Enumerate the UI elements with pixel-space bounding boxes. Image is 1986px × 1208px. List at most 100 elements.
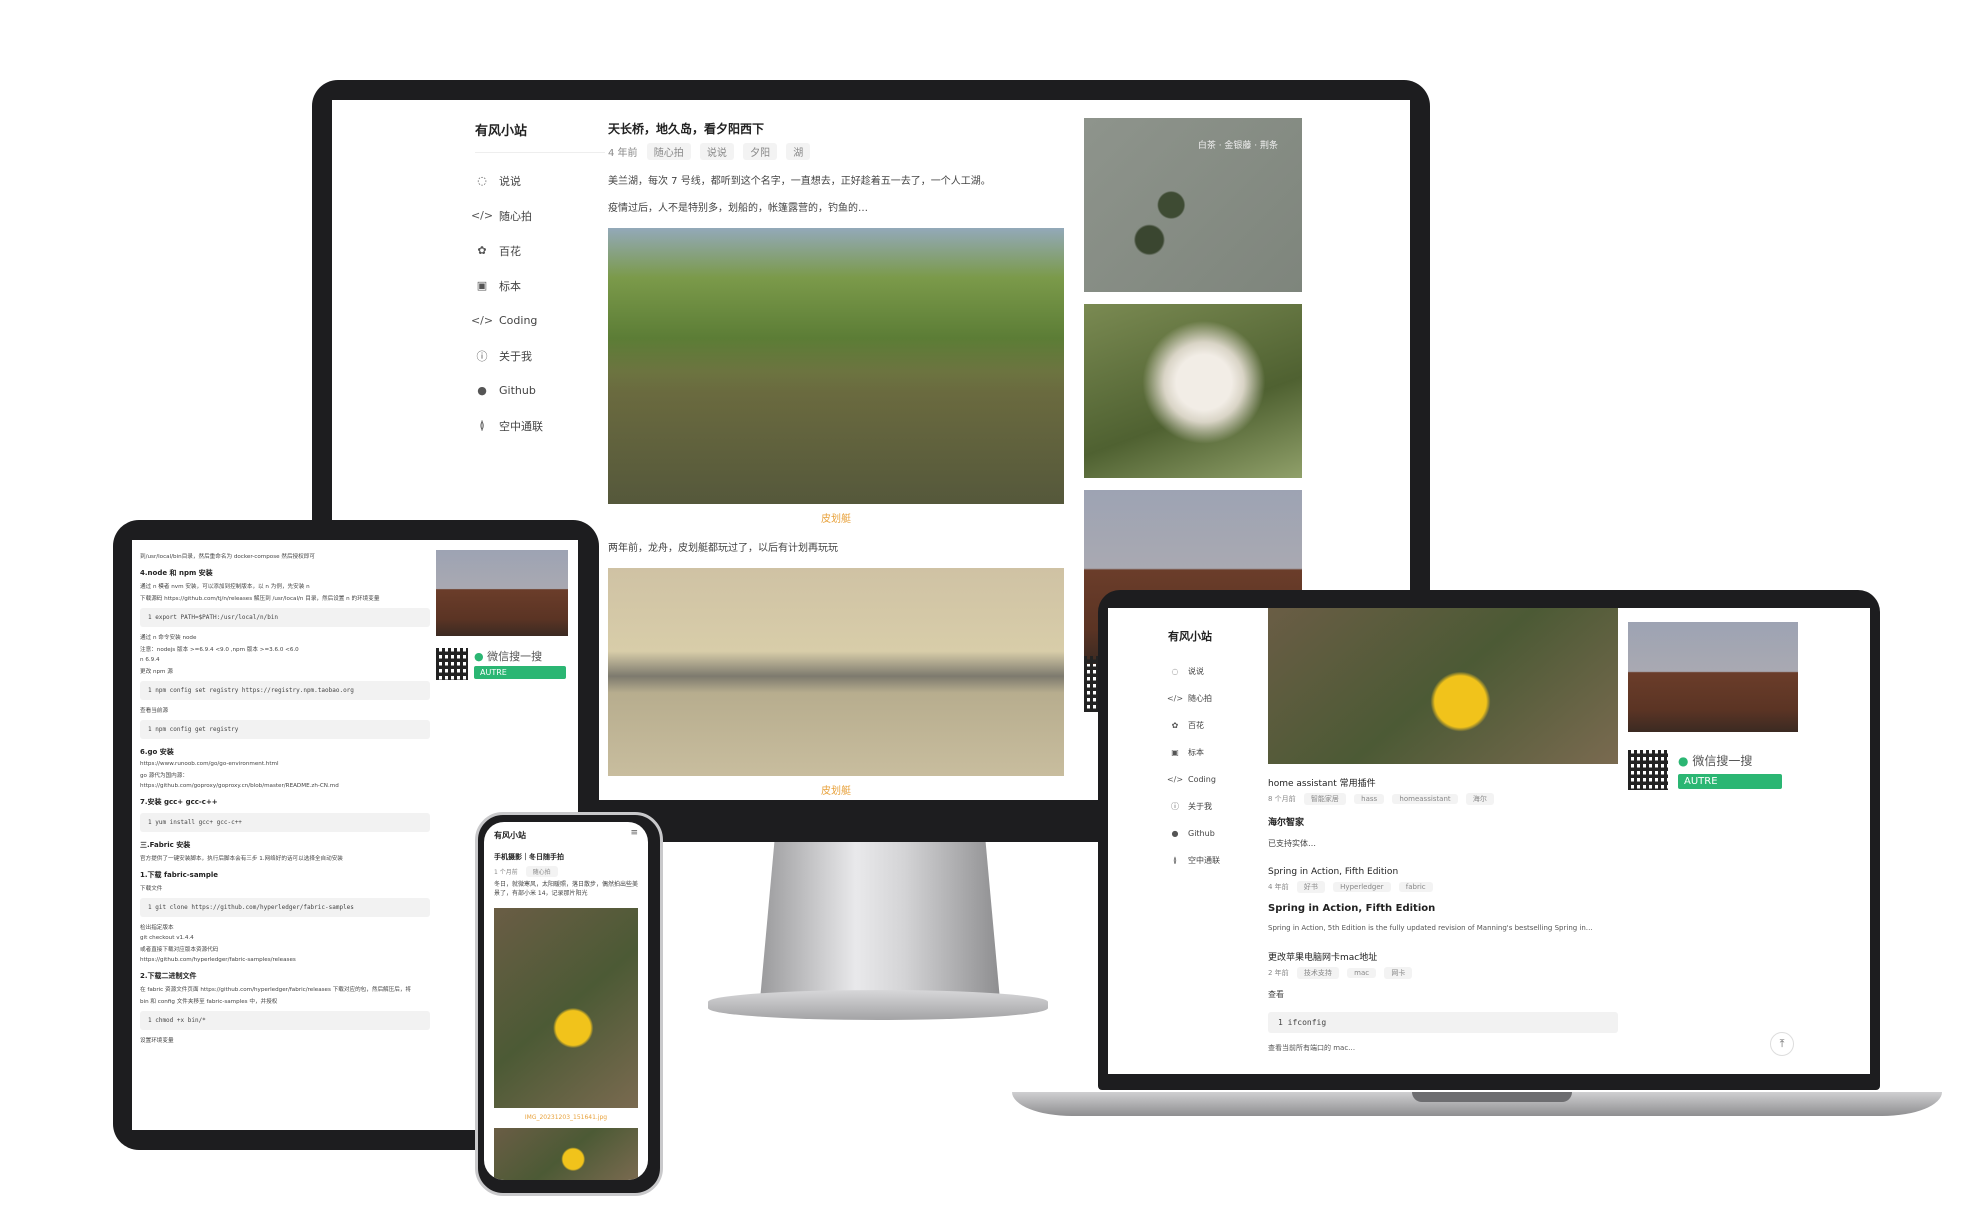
- post-tag[interactable]: 夕阳: [743, 143, 778, 160]
- photo-caption: 皮划艇: [821, 786, 851, 797]
- post-heading: 海尔智家: [1268, 818, 1305, 828]
- sidebar-item-radio[interactable]: ≬ 空中通联: [1168, 847, 1268, 874]
- radio-icon: ≬: [1173, 856, 1177, 865]
- sidebar-item-suixinpai[interactable]: </> 随心拍: [470, 198, 605, 233]
- article-text: 设置环境变量: [140, 1038, 174, 1044]
- post-title[interactable]: home assistant 常用插件: [1268, 776, 1618, 789]
- section-heading: 三.Fabric 安装: [140, 841, 191, 849]
- post-title[interactable]: 手机摄影｜冬日随手拍: [494, 852, 564, 862]
- section-heading: 6.go 安装: [140, 748, 174, 756]
- post-meta: 4 年前 随心拍 说说 夕阳 湖: [608, 143, 1064, 160]
- factory-photo[interactable]: [436, 550, 568, 636]
- sidebar-item-about[interactable]: ⓘ 关于我: [475, 338, 605, 373]
- photo[interactable]: [494, 1128, 638, 1180]
- post-paragraph: 美兰湖，每次 7 号线，都听到这个名字，一直想去，正好趁着五一去了，一个人工湖。: [608, 176, 991, 187]
- leaf-photo[interactable]: 白茶 · 金银藤 · 荆条: [1084, 118, 1302, 292]
- post-column: 天长桥，地久岛，看夕阳西下 4 年前 随心拍 说说 夕阳 湖 美兰湖，每次 7 …: [608, 120, 1064, 797]
- post-excerpt: Spring in Action, 5th Edition is the ful…: [1268, 924, 1593, 932]
- post-tag[interactable]: 海尔: [1465, 793, 1494, 805]
- wechat-search-label: ● 微信搜一搜: [1678, 754, 1753, 768]
- flower-icon: ✿: [1171, 721, 1179, 730]
- post-tag[interactable]: 随心拍: [646, 143, 691, 160]
- post-tag[interactable]: 智能家居: [1303, 793, 1346, 805]
- code-icon: </>: [470, 314, 494, 327]
- article-text: go 源代为国内源：: [140, 773, 188, 779]
- sidebar-item-suixinpai[interactable]: </> 随心拍: [1166, 685, 1268, 712]
- sidebar-item-shuoshuo[interactable]: ◌ 说说: [1168, 658, 1268, 685]
- post-meta: 8 个月前 智能家居 hass homeassistant 海尔: [1268, 793, 1618, 805]
- lake-photo[interactable]: [608, 568, 1064, 776]
- article-text: https://www.runoob.com/go/go-environment…: [140, 761, 279, 767]
- post-tag[interactable]: mac: [1347, 968, 1377, 978]
- post-tag[interactable]: 技术支持: [1296, 967, 1339, 979]
- post-title[interactable]: 更改苹果电脑网卡mac地址: [1268, 950, 1618, 963]
- wechat-search-button[interactable]: AUTRE: [474, 666, 566, 679]
- post-tag[interactable]: 好书: [1296, 881, 1325, 893]
- phone-screen: 有风小站 ≡ 手机摄影｜冬日随手拍 1 个月前 随心拍 冬日，就微寒风，太阳暖照…: [484, 822, 648, 1180]
- sidebar-item-radio[interactable]: ≬ 空中通联: [475, 408, 605, 443]
- kayak-photo[interactable]: [608, 228, 1064, 504]
- leaf-photo-text: 白茶 · 金银藤 · 荆条: [1197, 141, 1278, 151]
- site-title[interactable]: 有风小站: [494, 830, 526, 841]
- sidebar-item-coding[interactable]: </> Coding: [1166, 766, 1268, 793]
- article-text: 通过 n 模者 nvm 安装，可以添加到控制版本，以 n 为例，先安装 n: [140, 584, 310, 590]
- post-meta: 1 个月前 随心拍: [494, 866, 558, 877]
- qr-code: [436, 648, 468, 680]
- post-tag[interactable]: fabric: [1398, 882, 1433, 892]
- back-to-top-icon[interactable]: ⤒: [1770, 1032, 1794, 1056]
- factory-photo[interactable]: [1628, 622, 1798, 732]
- wechat-search-label: ● 微信搜一搜: [474, 650, 543, 663]
- sidebar-item-baihua[interactable]: ✿ 百花: [475, 233, 605, 268]
- code-block: 1 chmod +x bin/*: [140, 1011, 430, 1030]
- butterfly-photo[interactable]: [494, 908, 638, 1108]
- post-tag[interactable]: 网卡: [1384, 967, 1413, 979]
- monitor-foot: [708, 990, 1048, 1020]
- post-tag[interactable]: 湖: [786, 143, 811, 160]
- laptop-screen: 有风小站 ◌ 说说 </> 随心拍 ✿ 百花 ▣ 标本 </> Coding ⓘ 关于我 ●…: [1108, 608, 1870, 1074]
- post-heading: Spring in Action, Fifth Edition: [1268, 903, 1436, 914]
- code-icon: </>: [1166, 694, 1184, 703]
- article-text: 官方提供了一键安装脚本，执行后脚本会有三步 1.网络好的话可以选择全自动安装: [140, 856, 343, 862]
- post-tag[interactable]: Hyperledger: [1333, 882, 1391, 892]
- code-icon: </>: [470, 209, 494, 222]
- wechat-icon: ●: [1678, 754, 1689, 768]
- sidebar-item-biaoben[interactable]: ▣ 标本: [475, 268, 605, 303]
- post-tag[interactable]: 说说: [699, 143, 734, 160]
- article-text: https://github.com/goproxy/goproxy.cn/bl…: [140, 783, 339, 789]
- code-block: 1 npm config set registry https://regist…: [140, 681, 430, 700]
- article-text: 到/usr/local/bin目录，然后重命名为 docker-compose …: [140, 554, 315, 560]
- post-tag[interactable]: hass: [1354, 794, 1385, 804]
- flower-photo[interactable]: [1084, 304, 1302, 478]
- article-text: 或者直接下载对应版本资源代码: [140, 947, 219, 953]
- github-icon: ●: [477, 384, 487, 397]
- wechat-search-button[interactable]: AUTRE: [1678, 774, 1782, 789]
- post-list: home assistant 常用插件 8 个月前 智能家居 hass home…: [1268, 608, 1618, 1053]
- section-heading: 7.安装 gcc+ gcc-c++: [140, 798, 218, 806]
- post-title[interactable]: 天长桥，地久岛，看夕阳西下: [608, 120, 1064, 137]
- laptop-notch: [1412, 1092, 1572, 1102]
- article-text: 检出指定版本: [140, 925, 174, 931]
- sidebar-item-github[interactable]: ● Github: [475, 373, 605, 408]
- menu-icon[interactable]: ≡: [630, 828, 638, 838]
- chat-icon: ◌: [477, 174, 487, 187]
- section-heading: 1.下载 fabric-sample: [140, 871, 218, 879]
- post-tag[interactable]: 随心拍: [525, 866, 558, 877]
- site-title[interactable]: 有风小站: [475, 120, 605, 153]
- qr-code: [1628, 750, 1668, 790]
- post-paragraph: 冬日，就微寒风，太阳暖照，落日散步，偶然拍出些美景了，有部小米 14，记录那片阳…: [494, 881, 639, 897]
- sidebar-item-shuoshuo[interactable]: ◌ 说说: [475, 163, 605, 198]
- site-title[interactable]: 有风小站: [1168, 628, 1268, 654]
- article-text: 下载源码 https://github.com/tj/n/releases 解压…: [140, 596, 380, 602]
- sidebar-item-github[interactable]: ● Github: [1168, 820, 1268, 847]
- daisy-photo[interactable]: [1268, 608, 1618, 764]
- post-title[interactable]: Spring in Action, Fifth Edition: [1268, 867, 1618, 877]
- article-text: 在 fabric 资源文件页面 https://github.com/hyper…: [140, 987, 412, 993]
- wechat-icon: ●: [474, 650, 484, 663]
- sidebar-item-biaoben[interactable]: ▣ 标本: [1168, 739, 1268, 766]
- code-icon: </>: [1166, 775, 1184, 784]
- sidebar-item-about[interactable]: ⓘ 关于我: [1168, 793, 1268, 820]
- post-tag[interactable]: homeassistant: [1392, 794, 1458, 804]
- photo-caption: 皮划艇: [821, 514, 851, 525]
- sidebar-item-baihua[interactable]: ✿ 百花: [1168, 712, 1268, 739]
- sidebar-item-coding[interactable]: </> Coding: [470, 303, 605, 338]
